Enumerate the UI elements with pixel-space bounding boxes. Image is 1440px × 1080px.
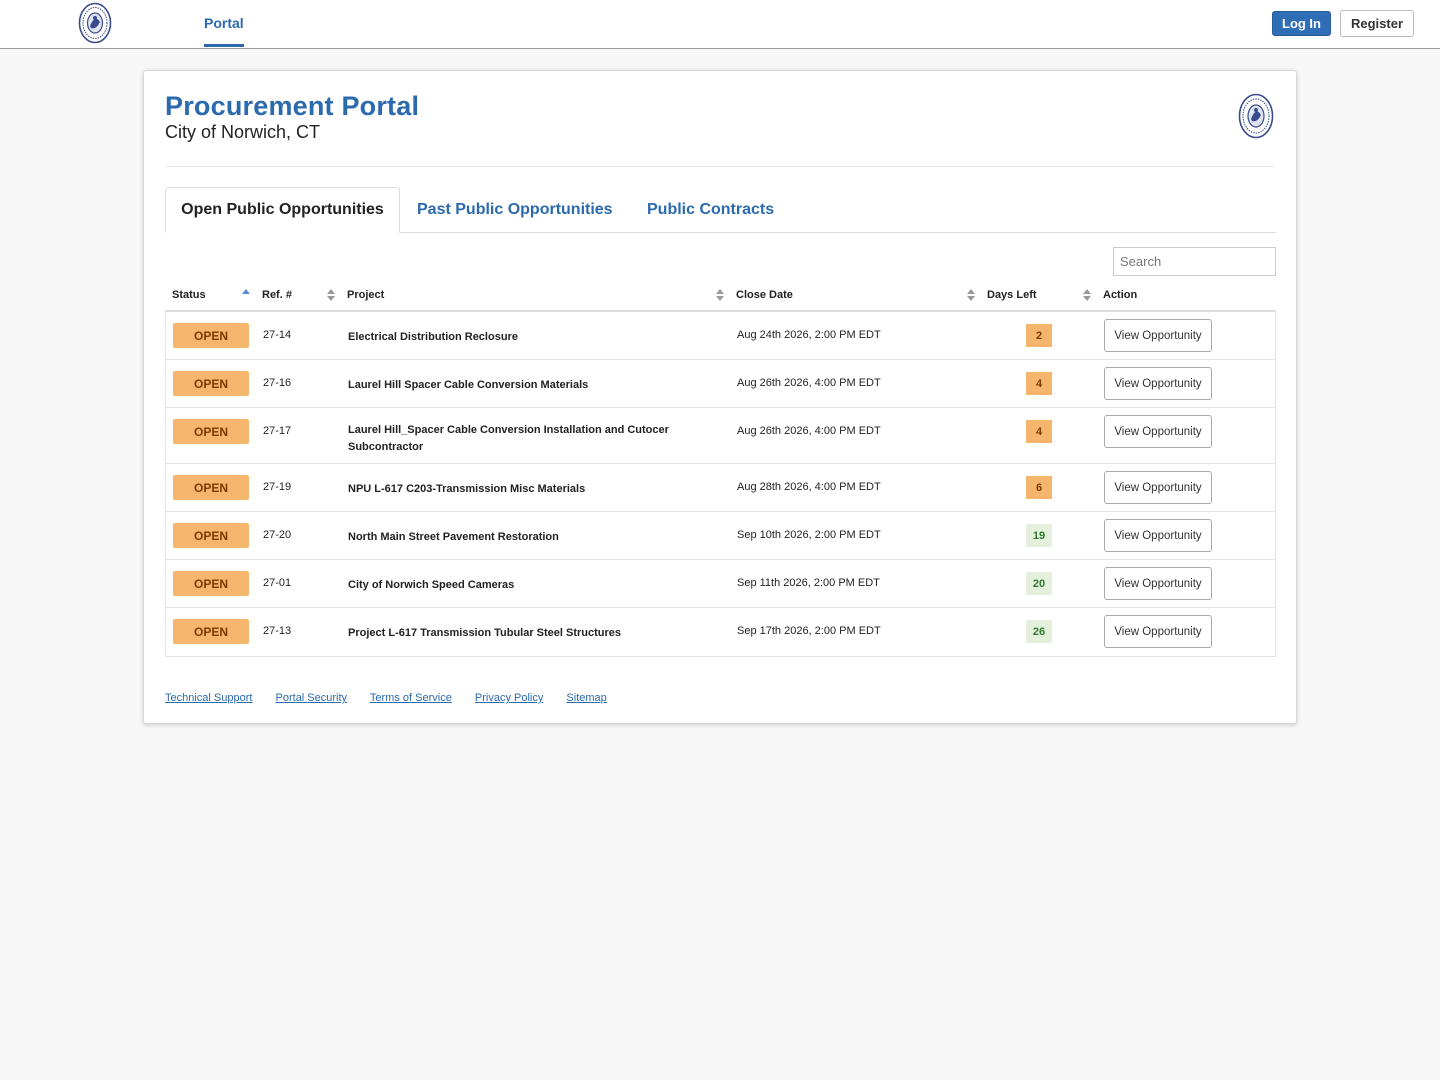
close-date: Aug 24th 2026, 2:00 PM EDT (737, 329, 881, 341)
tab-past-public-opportunities[interactable]: Past Public Opportunities (417, 187, 613, 233)
close-date: Aug 26th 2026, 4:00 PM EDT (737, 377, 881, 389)
view-opportunity-button[interactable]: View Opportunity (1104, 615, 1212, 648)
header-divider (165, 166, 1275, 167)
opportunity-tabs: Open Public Opportunities Past Public Op… (165, 187, 1276, 233)
table-header: Status Ref. # Project Close Date Days Le… (165, 283, 1276, 312)
days-left-badge: 2 (1026, 324, 1052, 347)
login-button[interactable]: Log In (1272, 11, 1331, 36)
close-date: Aug 28th 2026, 4:00 PM EDT (737, 481, 881, 493)
ref-number: 27-01 (263, 577, 292, 589)
close-date: Sep 10th 2026, 2:00 PM EDT (737, 529, 881, 541)
view-opportunity-button[interactable]: View Opportunity (1104, 367, 1212, 400)
footer-link-sitemap[interactable]: Sitemap (566, 692, 606, 704)
tab-open-public-opportunities[interactable]: Open Public Opportunities (165, 187, 400, 233)
view-opportunity-button[interactable]: View Opportunity (1104, 567, 1212, 600)
page-subtitle: City of Norwich, CT (165, 122, 321, 142)
days-left-badge: 26 (1026, 620, 1052, 643)
project-name: Laurel Hill Spacer Cable Conversion Mate… (348, 379, 589, 391)
footer-link-portal-security[interactable]: Portal Security (276, 692, 348, 704)
column-header-ref[interactable]: Ref. # (262, 289, 292, 301)
status-badge: OPEN (173, 475, 249, 500)
table-row: OPEN 27-16 Laurel Hill Spacer Cable Conv… (166, 360, 1275, 408)
days-left-badge: 4 (1026, 420, 1052, 443)
table-row: OPEN 27-19 NPU L-617 C203-Transmission M… (166, 464, 1275, 512)
ref-number: 27-14 (263, 329, 292, 341)
ref-number: 27-20 (263, 529, 292, 541)
column-header-close-date[interactable]: Close Date (736, 289, 793, 301)
table-row: OPEN 27-01 City of Norwich Speed Cameras… (166, 560, 1275, 608)
close-date: Sep 11th 2026, 2:00 PM EDT (737, 577, 880, 589)
project-name: City of Norwich Speed Cameras (348, 579, 515, 591)
footer-link-technical-support[interactable]: Technical Support (165, 692, 252, 704)
page-title: Procurement Portal (165, 91, 420, 121)
table-row: OPEN 27-17 Laurel Hill_Spacer Cable Conv… (166, 408, 1275, 464)
view-opportunity-button[interactable]: View Opportunity (1104, 519, 1212, 552)
sort-icon[interactable] (327, 287, 335, 303)
column-header-status[interactable]: Status (172, 289, 206, 301)
status-badge: OPEN (173, 371, 249, 396)
nav-portal-link[interactable]: Portal (204, 15, 244, 31)
status-badge: OPEN (173, 419, 249, 444)
project-name: Laurel Hill_Spacer Cable Conversion Inst… (348, 424, 669, 453)
ref-number: 27-17 (263, 425, 292, 437)
status-badge: OPEN (173, 571, 249, 596)
view-opportunity-button[interactable]: View Opportunity (1104, 319, 1212, 352)
sort-icon[interactable] (716, 287, 724, 303)
footer-link-privacy-policy[interactable]: Privacy Policy (475, 692, 543, 704)
register-button[interactable]: Register (1340, 10, 1414, 37)
portal-card: Procurement Portal City of Norwich, CT O… (143, 70, 1297, 724)
view-opportunity-button[interactable]: View Opportunity (1104, 415, 1212, 448)
column-header-action: Action (1103, 289, 1138, 301)
table-row: OPEN 27-20 North Main Street Pavement Re… (166, 512, 1275, 560)
footer-links: Technical Support Portal Security Terms … (165, 692, 627, 704)
sort-icon[interactable] (1083, 287, 1091, 303)
ref-number: 27-19 (263, 481, 292, 493)
days-left-badge: 20 (1026, 572, 1052, 595)
table-row: OPEN 27-14 Electrical Distribution Reclo… (166, 312, 1275, 360)
table-body: OPEN 27-14 Electrical Distribution Reclo… (165, 312, 1276, 657)
tab-public-contracts[interactable]: Public Contracts (647, 187, 774, 233)
city-seal-icon[interactable] (78, 2, 112, 44)
status-badge: OPEN (173, 619, 249, 644)
days-left-badge: 6 (1026, 476, 1052, 499)
view-opportunity-button[interactable]: View Opportunity (1104, 471, 1212, 504)
table-row: OPEN 27-13 Project L-617 Transmission Tu… (166, 608, 1275, 656)
column-header-days-left[interactable]: Days Left (987, 289, 1037, 301)
top-nav-bar: Portal Log In Register (0, 0, 1440, 49)
project-name: Project L-617 Transmission Tubular Steel… (348, 627, 622, 639)
status-badge: OPEN (173, 323, 249, 348)
days-left-badge: 19 (1026, 524, 1052, 547)
sort-asc-icon[interactable] (242, 287, 250, 303)
search-input[interactable] (1113, 247, 1276, 276)
opportunities-table: Status Ref. # Project Close Date Days Le… (165, 283, 1276, 657)
status-badge: OPEN (173, 523, 249, 548)
ref-number: 27-16 (263, 377, 292, 389)
city-seal-icon (1238, 93, 1274, 139)
footer-link-terms-of-service[interactable]: Terms of Service (370, 692, 452, 704)
days-left-badge: 4 (1026, 372, 1052, 395)
column-header-project[interactable]: Project (347, 289, 384, 301)
project-name: NPU L-617 C203-Transmission Misc Materia… (348, 483, 586, 495)
close-date: Sep 17th 2026, 2:00 PM EDT (737, 625, 881, 637)
ref-number: 27-13 (263, 625, 292, 637)
close-date: Aug 26th 2026, 4:00 PM EDT (737, 425, 881, 437)
nav-active-indicator (204, 44, 244, 47)
project-name: North Main Street Pavement Restoration (348, 531, 559, 543)
project-name: Electrical Distribution Reclosure (348, 331, 518, 343)
sort-icon[interactable] (967, 287, 975, 303)
